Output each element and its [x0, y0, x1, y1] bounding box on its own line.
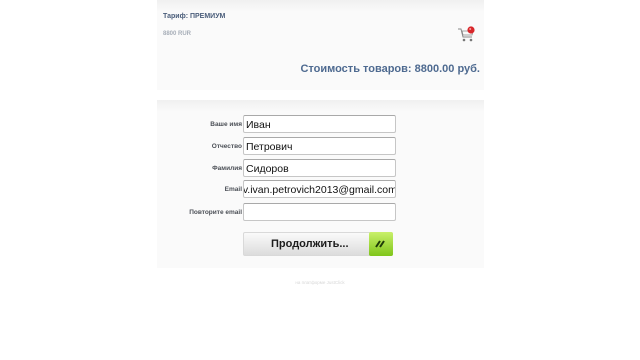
repeat-email-label: Повторите email — [189, 209, 242, 216]
repeat-email-row: Повторите email — [157, 203, 484, 223]
order-total: Стоимость товаров: 8800.00 руб. — [300, 63, 480, 75]
patronymic-label: Отчество — [211, 143, 242, 150]
first-name-row: Ваше имя Иван — [157, 115, 484, 135]
continue-button-label: Продолжить... — [271, 238, 349, 250]
tariff-label: Тариф: ПРЕМИУМ — [163, 13, 226, 20]
first-name-field[interactable]: Иван — [243, 115, 396, 133]
first-name-label: Ваше имя — [210, 121, 242, 128]
patronymic-row: Отчество Петрович — [157, 137, 484, 157]
double-arrow-icon — [369, 232, 393, 256]
patronymic-field[interactable]: Петрович — [243, 137, 396, 155]
product-price: 8800 RUR — [163, 31, 192, 37]
last-name-row: Фамилия Сидоров — [157, 159, 484, 179]
email-row: Email ov.ivan.petrovich2013@gmail.com — [157, 180, 484, 200]
product-panel: Тариф: ПРЕМИУМ 8800 RUR Стоимость товаро… — [157, 0, 484, 90]
platform-footer: на платформе JustClick — [295, 280, 345, 285]
last-name-field[interactable]: Сидоров — [243, 159, 396, 177]
email-label: Email — [224, 186, 242, 193]
email-field[interactable]: ov.ivan.petrovich2013@gmail.com — [243, 180, 396, 198]
repeat-email-field[interactable] — [243, 203, 396, 221]
shopping-cart-icon[interactable] — [457, 26, 477, 44]
continue-button[interactable]: Продолжить... — [243, 232, 393, 256]
checkout-form: Ваше имя Иван Отчество Петрович Фамилия … — [157, 100, 484, 268]
last-name-label: Фамилия — [212, 165, 242, 172]
